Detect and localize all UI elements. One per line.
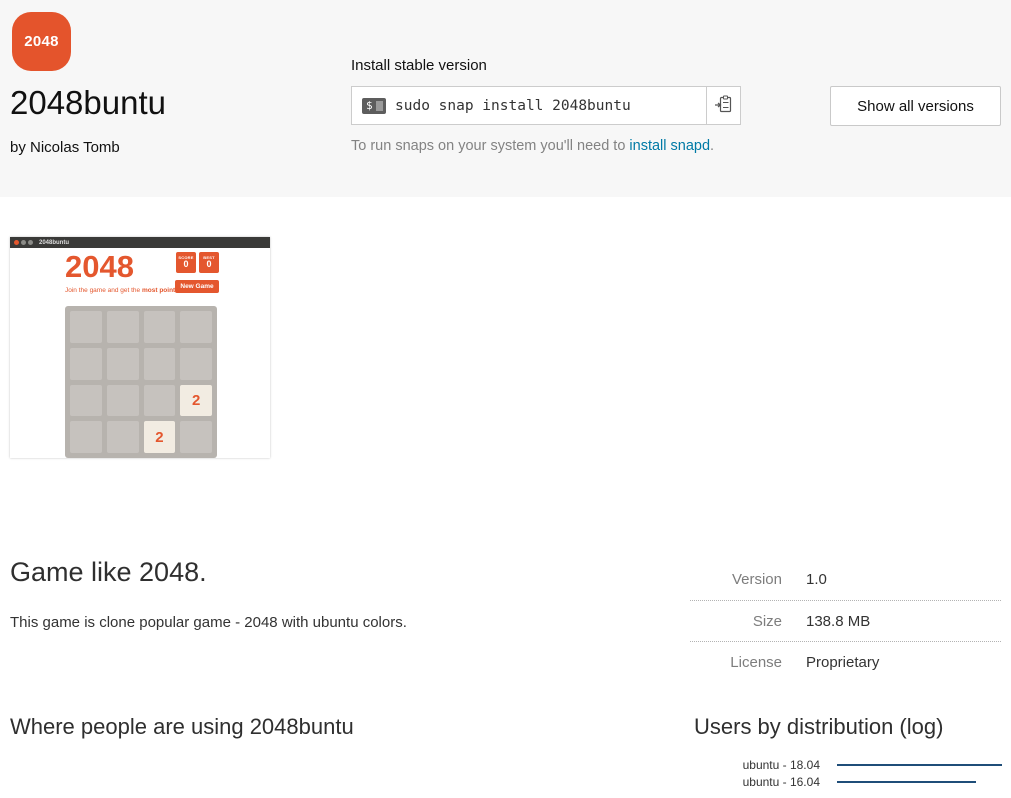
game-scores: SCORE 0 BEST 0 bbox=[176, 252, 219, 273]
terminal-prompt-icon: $ bbox=[362, 98, 386, 114]
window-maximize-icon bbox=[28, 240, 33, 245]
screenshot-body: 2048 SCORE 0 BEST 0 Join the game and ge… bbox=[10, 248, 270, 458]
window-minimize-icon bbox=[21, 240, 26, 245]
game-empty-cell bbox=[70, 421, 102, 453]
install-command-box[interactable]: $ sudo snap install 2048buntu bbox=[351, 86, 707, 125]
terminal-cursor bbox=[376, 101, 383, 111]
detail-row-license: License Proprietary bbox=[690, 641, 1001, 682]
map-section-heading: Where people are using 2048buntu bbox=[10, 714, 354, 740]
show-all-versions-button[interactable]: Show all versions bbox=[830, 86, 1001, 126]
chart-category-label: ubuntu - 18.04 bbox=[694, 758, 820, 772]
best-box: BEST 0 bbox=[199, 252, 219, 273]
detail-row-size: Size 138.8 MB bbox=[690, 600, 1001, 641]
helper-prefix: To run snaps on your system you'll need … bbox=[351, 138, 629, 154]
install-snapd-link[interactable]: install snapd bbox=[629, 138, 710, 154]
game-empty-cell bbox=[107, 311, 139, 343]
game-empty-cell bbox=[70, 348, 102, 380]
game-grid: 22 bbox=[65, 306, 217, 458]
clipboard-copy-icon bbox=[715, 95, 732, 117]
game-empty-cell bbox=[70, 385, 102, 417]
game-empty-cell bbox=[144, 311, 176, 343]
game-empty-cell bbox=[180, 421, 212, 453]
game-empty-cell bbox=[107, 385, 139, 417]
chart-bar bbox=[837, 781, 976, 783]
size-label: Size bbox=[690, 613, 806, 630]
game-empty-cell bbox=[180, 348, 212, 380]
description-text: This game is clone popular game - 2048 w… bbox=[10, 614, 630, 631]
header: 2048 2048buntu by Nicolas Tomb Install s… bbox=[0, 0, 1011, 197]
distribution-section: Users by distribution (log) ubuntu - 18.… bbox=[694, 714, 1011, 790]
summary-heading: Game like 2048. bbox=[10, 557, 630, 588]
publisher-byline: by Nicolas Tomb bbox=[10, 139, 120, 156]
chart-bar bbox=[837, 764, 1002, 766]
screenshot-titlebar: 2048buntu bbox=[10, 237, 270, 248]
game-tagline: Join the game and get the most points! bbox=[65, 287, 181, 294]
game-empty-cell bbox=[144, 385, 176, 417]
version-label: Version bbox=[690, 571, 806, 588]
tagline-prefix: Join the game and get the bbox=[65, 287, 142, 294]
score-value: 0 bbox=[183, 260, 188, 270]
window-close-icon bbox=[14, 240, 19, 245]
install-heading: Install stable version bbox=[351, 57, 487, 74]
app-icon-label: 2048 bbox=[24, 33, 59, 50]
best-value: 0 bbox=[206, 260, 211, 270]
chart-row: ubuntu - 18.04 bbox=[694, 756, 1011, 773]
details-table: Version 1.0 Size 138.8 MB License Propri… bbox=[690, 559, 1001, 682]
app-icon: 2048 bbox=[12, 12, 71, 71]
dollar-sign: $ bbox=[366, 100, 373, 111]
new-game-button: New Game bbox=[175, 280, 219, 293]
game-empty-cell bbox=[180, 311, 212, 343]
snap-store-page: 2048 2048buntu by Nicolas Tomb Install s… bbox=[0, 0, 1011, 798]
game-title: 2048 bbox=[65, 249, 134, 285]
game-empty-cell bbox=[107, 421, 139, 453]
license-value: Proprietary bbox=[806, 654, 879, 671]
detail-row-version: Version 1.0 bbox=[690, 559, 1001, 600]
score-box: SCORE 0 bbox=[176, 252, 196, 273]
distribution-heading: Users by distribution (log) bbox=[694, 714, 1011, 740]
game-empty-cell bbox=[107, 348, 139, 380]
game-empty-cell bbox=[144, 348, 176, 380]
game-empty-cell bbox=[70, 311, 102, 343]
game-tile: 2 bbox=[180, 385, 212, 417]
install-command-row: $ sudo snap install 2048buntu bbox=[351, 86, 741, 125]
version-value: 1.0 bbox=[806, 571, 827, 588]
license-label: License bbox=[690, 654, 806, 671]
snapd-helper-text: To run snaps on your system you'll need … bbox=[351, 138, 714, 154]
helper-suffix: . bbox=[710, 138, 714, 154]
game-tile: 2 bbox=[144, 421, 176, 453]
app-screenshot[interactable]: 2048buntu 2048 SCORE 0 BEST 0 Join the g… bbox=[10, 237, 270, 458]
copy-button[interactable] bbox=[707, 86, 741, 125]
screenshot-window-title: 2048buntu bbox=[39, 240, 69, 246]
page-title: 2048buntu bbox=[10, 84, 166, 122]
chart-row: ubuntu - 16.04 bbox=[694, 773, 1011, 790]
distribution-chart: ubuntu - 18.04 ubuntu - 16.04 bbox=[694, 756, 1011, 790]
size-value: 138.8 MB bbox=[806, 613, 870, 630]
install-command-text: sudo snap install 2048buntu bbox=[395, 98, 631, 114]
description-section: Game like 2048. This game is clone popul… bbox=[10, 557, 630, 631]
chart-category-label: ubuntu - 16.04 bbox=[694, 775, 820, 789]
